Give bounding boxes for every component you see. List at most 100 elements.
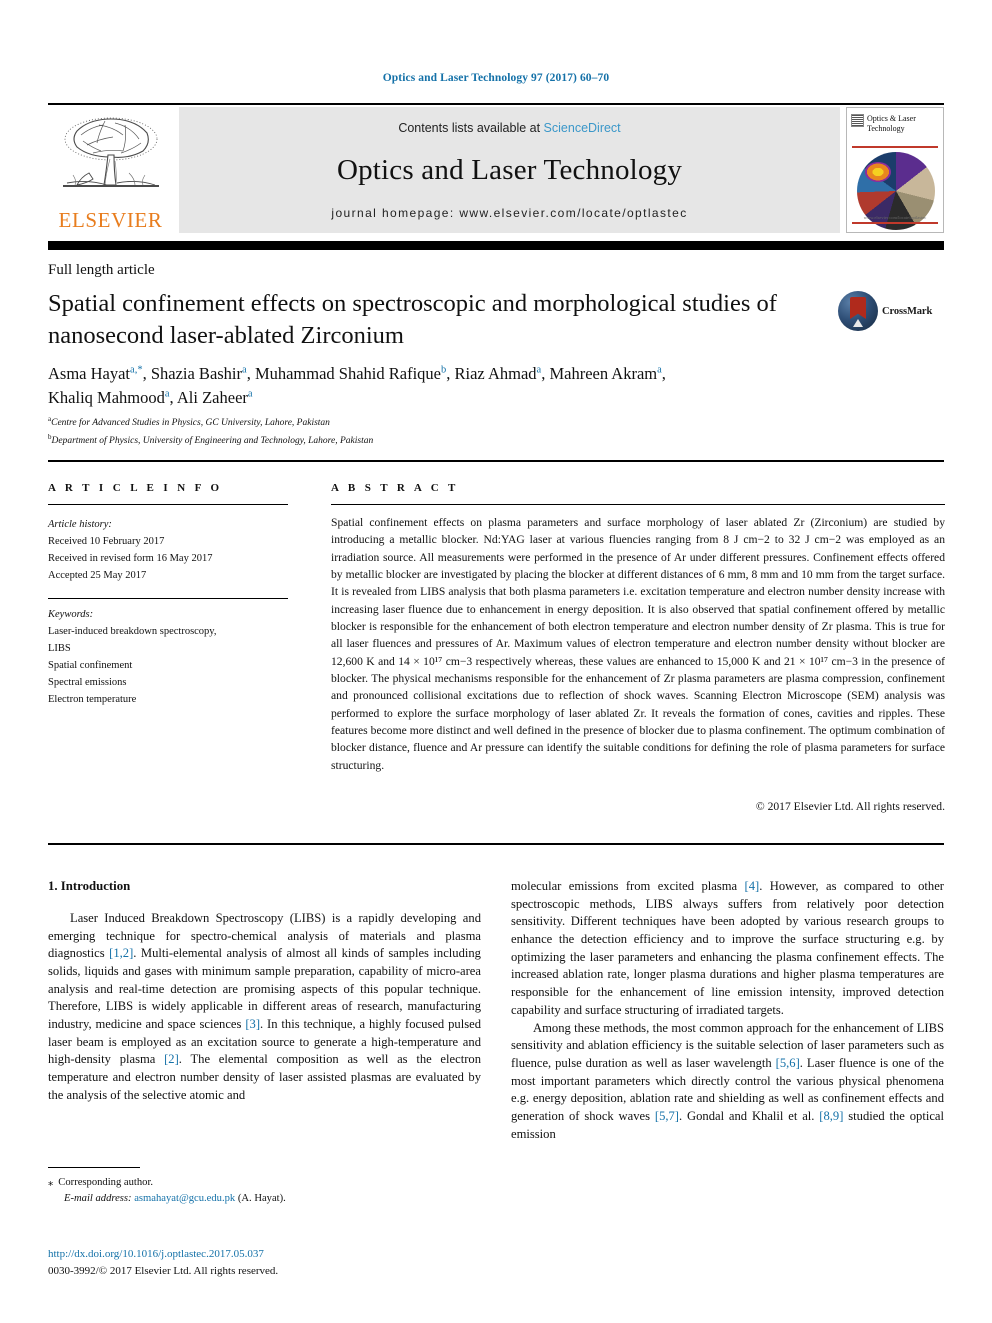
author-item: Asma Hayata,*, [48, 364, 151, 383]
copyright-line: © 2017 Elsevier Ltd. All rights reserved… [755, 800, 945, 813]
citation-link[interactable]: [5,7] [655, 1109, 679, 1123]
author-item: Mahreen Akrama, [549, 364, 666, 383]
keyword-item: Electron temperature [48, 694, 137, 705]
elsevier-logo: ELSEVIER [48, 107, 173, 233]
contents-prefix: Contents lists available at [398, 121, 544, 135]
author-affiliation-mark: a [164, 388, 170, 400]
footnote-block: ⁎ Corresponding author. E-mail address: a… [48, 1175, 481, 1207]
body-top-rule [48, 843, 944, 845]
footer-block: http://dx.doi.org/10.1016/j.optlastec.20… [48, 1246, 481, 1279]
keyword-item: Spatial confinement [48, 660, 133, 671]
citation-link[interactable]: [2] [164, 1052, 179, 1066]
elsevier-tree-icon [62, 117, 159, 187]
email-note: E-mail address: asmahayat@gcu.edu.pk (A.… [48, 1191, 481, 1207]
author-item: Riaz Ahmada, [454, 364, 550, 383]
author-affiliation-mark: a [657, 364, 662, 376]
author-name: Shazia Bashir [150, 364, 243, 383]
author-name: Riaz Ahmad [454, 364, 537, 383]
keyword-item: Laser-induced breakdown spectroscopy, [48, 626, 217, 637]
keywords-rule [48, 598, 288, 600]
doi-link[interactable]: http://dx.doi.org/10.1016/j.optlastec.20… [48, 1248, 264, 1260]
masthead-top-rule [48, 103, 944, 105]
author-affiliation-mark: a [247, 388, 253, 400]
author-list: Asma Hayata,*, Shazia Bashira, Muhammad … [48, 362, 928, 410]
author-item: Shazia Bashira, [150, 364, 255, 383]
author-item: Khaliq Mahmooda, [48, 387, 177, 407]
citation-link[interactable]: [5,6] [776, 1056, 800, 1070]
article-info-heading: A R T I C L E I N F O [48, 482, 223, 494]
journal-band: Contents lists available at ScienceDirec… [179, 107, 840, 233]
body-column-left: 1. Introduction Laser Induced Breakdown … [48, 878, 481, 1105]
elsevier-wordmark: ELSEVIER [58, 208, 163, 232]
author-item: Ali Zaheera [177, 388, 253, 407]
paragraph: molecular emissions from excited plasma … [511, 879, 944, 1017]
abstract-underline [331, 504, 945, 506]
citation-link[interactable]: [4] [745, 879, 760, 893]
article-history-received: Received 10 February 2017 [48, 536, 165, 547]
elsevier-mark-icon [851, 114, 864, 127]
email-suffix: (A. Hayat). [237, 1193, 286, 1205]
author-name: Muhammad Shahid Rafique [254, 364, 441, 383]
email-label: E-mail address: [64, 1193, 132, 1205]
info-top-rule [48, 460, 944, 462]
affiliation-text: Centre for Advanced Studies in Physics, … [51, 418, 330, 429]
keywords-label: Keywords: [48, 609, 94, 620]
section-heading-introduction: 1. Introduction [48, 879, 131, 893]
crossmark-badge-group[interactable]: CrossMark [838, 289, 944, 333]
affiliation-text: Department of Physics, University of Eng… [51, 435, 374, 446]
contents-line: Contents lists available at ScienceDirec… [398, 121, 620, 135]
citation-link[interactable]: [8,9] [819, 1109, 843, 1123]
abstract-heading: A B S T R A C T [331, 482, 459, 494]
citation-link[interactable]: [1,2] [109, 946, 133, 960]
abstract-text: Spatial confinement effects on plasma pa… [331, 516, 945, 772]
footnote-rule [48, 1167, 140, 1169]
email-link[interactable]: asmahayat@gcu.edu.pk [134, 1193, 235, 1204]
journal-title: Optics and Laser Technology [336, 154, 683, 186]
title-block: Spatial confinement effects on spectrosc… [48, 288, 828, 352]
journal-cover-thumbnail[interactable]: Optics & Laser Technology www.elsevier.c… [846, 107, 944, 233]
author-name: Khaliq Mahmood [48, 387, 165, 407]
journal-masthead: ELSEVIER Contents lists available at Sci… [48, 107, 944, 233]
keyword-item: LIBS [48, 643, 71, 654]
cover-title: Optics & Laser Technology [867, 114, 916, 133]
body-column-right: molecular emissions from excited plasma … [511, 878, 944, 1143]
author-item: Muhammad Shahid Rafiqueb, [254, 364, 455, 383]
corresponding-author-note: ⁎ Corresponding author. [48, 1175, 481, 1191]
running-head: Optics and Laser Technology 97 (2017) 60… [382, 72, 610, 84]
article-history: Article history: Received 10 February 20… [48, 516, 298, 584]
article-history-revised: Received in revised form 16 May 2017 [48, 553, 213, 564]
page-title: Spatial confinement effects on spectrosc… [48, 290, 777, 349]
crossmark-icon [838, 291, 878, 331]
author-affiliation-mark: a [536, 364, 542, 376]
section-divider-bar [48, 241, 944, 250]
corresponding-author-text: Corresponding author. [58, 1177, 154, 1188]
author-affiliation-mark: b [441, 364, 447, 376]
cover-rule-top [852, 146, 938, 148]
article-type-label: Full length article [48, 262, 155, 278]
paragraph: Among these methods, the most common app… [511, 1020, 945, 1141]
author-affiliation-mark: a,* [130, 364, 143, 376]
article-history-label: Article history: [48, 519, 112, 530]
citation-link[interactable]: [3] [245, 1017, 260, 1031]
affiliation-list: aCentre for Advanced Studies in Physics,… [48, 414, 928, 449]
sciencedirect-link[interactable]: ScienceDirect [544, 121, 621, 135]
cover-header: Optics & Laser Technology [851, 114, 939, 134]
journal-homepage-link[interactable]: journal homepage: www.elsevier.com/locat… [331, 206, 687, 220]
affiliation-item: aCentre for Advanced Studies in Physics,… [48, 414, 928, 432]
affiliation-item: bDepartment of Physics, University of En… [48, 432, 928, 450]
cover-rule-bottom [852, 222, 938, 224]
cover-caption: www.elsevier.com/locate/optlastec [863, 215, 927, 220]
crossmark-label: CrossMark [882, 305, 933, 317]
author-affiliation-mark: a [242, 364, 247, 376]
author-name: Mahreen Akram [549, 364, 658, 383]
author-name: Ali Zaheer [176, 387, 248, 407]
keywords-block: Keywords: Laser-induced breakdown spectr… [48, 606, 298, 708]
article-info-underline [48, 504, 288, 506]
article-page: Optics and Laser Technology 97 (2017) 60… [0, 0, 992, 1323]
keyword-item: Spectral emissions [48, 677, 127, 688]
article-history-accepted: Accepted 25 May 2017 [48, 570, 147, 581]
paragraph: Laser Induced Breakdown Spectroscopy (LI… [48, 910, 481, 1102]
asterisk-icon: ⁎ [48, 1177, 54, 1188]
author-name: Asma Hayat [48, 364, 131, 383]
issn-copyright-line: 0030-3992/© 2017 Elsevier Ltd. All right… [48, 1264, 279, 1277]
